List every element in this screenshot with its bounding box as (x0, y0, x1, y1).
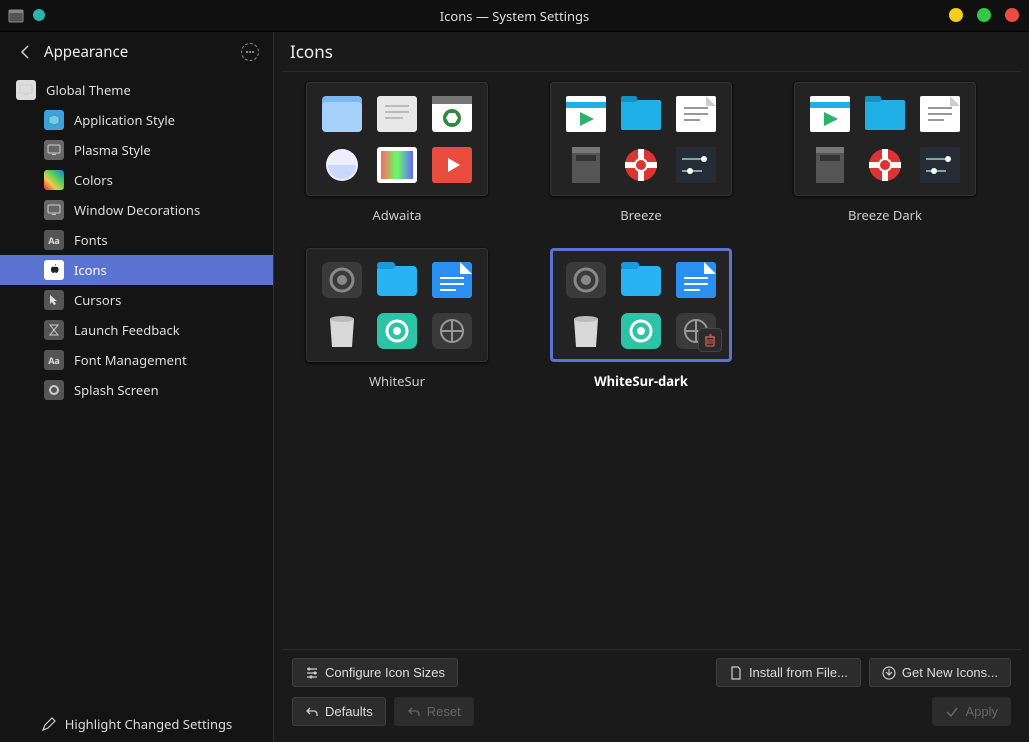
app-menu-icon[interactable] (8, 8, 24, 24)
preview-icon (917, 143, 964, 186)
preview-icon (673, 92, 720, 135)
preview-icon (806, 92, 853, 135)
sidebar-item-fonts[interactable]: AaFonts (0, 225, 273, 255)
window-minimize-button[interactable] (949, 8, 963, 22)
theme-preview (794, 82, 976, 196)
pencil-icon (41, 716, 57, 732)
preview-icon (861, 143, 908, 186)
sidebar-item-label: Plasma Style (74, 141, 151, 159)
window-titlebar: Icons — System Settings (0, 0, 1029, 32)
theme-preview (550, 82, 732, 196)
install-from-file-button[interactable]: Install from File... (716, 658, 861, 687)
preview-icon (429, 258, 476, 301)
sidebar-item-label: Font Management (74, 351, 187, 369)
sidebar-item-label: Global Theme (46, 81, 131, 99)
icon-theme-grid: Adwaita Breeze Breeze Dark WhiteSur WhiteSur… (282, 71, 1021, 649)
sidebar-item-font-management[interactable]: AaFont Management (0, 345, 273, 375)
sidebar-item-label: Icons (74, 261, 107, 279)
document-icon (729, 666, 743, 680)
check-icon (945, 705, 959, 719)
preview-icon (562, 258, 609, 301)
undo-icon (305, 705, 319, 719)
preview-icon (562, 309, 609, 352)
preview-icon (673, 143, 720, 186)
sidebar-list: Global Theme Application Style Plasma Styl… (0, 71, 273, 706)
apply-button: Apply (932, 697, 1011, 726)
theme-tile-breeze[interactable]: Breeze (550, 82, 732, 224)
theme-label: WhiteSur (369, 372, 425, 390)
sidebar-item-label: Application Style (74, 111, 175, 129)
preview-icon (562, 143, 609, 186)
preview-icon (429, 309, 476, 352)
content-title: Icons (274, 32, 1029, 71)
theme-preview (550, 248, 732, 362)
theme-label: Breeze Dark (848, 206, 922, 224)
undo-icon (407, 705, 421, 719)
sidebar: Appearance Global Theme Application Style… (0, 32, 274, 742)
theme-tile-whitesur[interactable]: WhiteSur (306, 248, 488, 390)
configure-icon-sizes-button[interactable]: Configure Icon Sizes (292, 658, 458, 687)
theme-label: Breeze (620, 206, 662, 224)
more-menu-button[interactable] (241, 43, 259, 61)
preview-icon (373, 92, 420, 135)
preview-icon (861, 92, 908, 135)
sidebar-item-colors[interactable]: Colors (0, 165, 273, 195)
window-title: Icons — System Settings (0, 7, 1029, 25)
preview-icon (318, 258, 365, 301)
preview-icon (318, 309, 365, 352)
sidebar-item-icons[interactable]: Icons (0, 255, 273, 285)
sidebar-item-application-style[interactable]: Application Style (0, 105, 273, 135)
sidebar-item-label: Fonts (74, 231, 108, 249)
preview-icon (318, 143, 365, 186)
theme-preview (306, 248, 488, 362)
sidebar-item-label: Splash Screen (74, 381, 159, 399)
preview-icon (373, 309, 420, 352)
theme-tile-adwaita[interactable]: Adwaita (306, 82, 488, 224)
preview-icon (373, 258, 420, 301)
reset-button: Reset (394, 697, 474, 726)
preview-icon (617, 92, 664, 135)
get-new-icons-button[interactable]: Get New Icons... (869, 658, 1011, 687)
sliders-icon (305, 666, 319, 680)
preview-icon (318, 92, 365, 135)
sidebar-item-launch-feedback[interactable]: Launch Feedback (0, 315, 273, 345)
sidebar-item-plasma-style[interactable]: Plasma Style (0, 135, 273, 165)
sidebar-item-global-theme[interactable]: Global Theme (0, 75, 273, 105)
preview-icon (617, 258, 664, 301)
defaults-button[interactable]: Defaults (292, 697, 386, 726)
window-close-button[interactable] (1005, 8, 1019, 22)
preview-icon (562, 92, 609, 135)
highlight-changed-button[interactable]: Highlight Changed Settings (0, 706, 273, 742)
delete-theme-button[interactable] (698, 328, 722, 352)
preview-icon (373, 143, 420, 186)
sidebar-header: Appearance (0, 32, 273, 71)
preview-icon (429, 92, 476, 135)
preview-icon (617, 143, 664, 186)
download-icon (882, 666, 896, 680)
preview-icon (917, 92, 964, 135)
sidebar-item-cursors[interactable]: Cursors (0, 285, 273, 315)
theme-label: Adwaita (372, 206, 421, 224)
preview-icon (617, 309, 664, 352)
window-maximize-button[interactable] (977, 8, 991, 22)
theme-tile-whitesur-dark[interactable]: WhiteSur-dark (550, 248, 732, 390)
highlight-changed-label: Highlight Changed Settings (65, 715, 233, 733)
sidebar-item-label: Cursors (74, 291, 121, 309)
sidebar-item-window-decorations[interactable]: Window Decorations (0, 195, 273, 225)
sidebar-item-label: Window Decorations (74, 201, 200, 219)
content-footer: Configure Icon Sizes Install from File..… (282, 649, 1021, 734)
sidebar-item-label: Launch Feedback (74, 321, 180, 339)
content-pane: Icons Adwaita Breeze Breeze Dark WhiteSur Wh… (274, 32, 1029, 742)
theme-label: WhiteSur-dark (594, 372, 688, 390)
sidebar-title: Appearance (44, 42, 128, 62)
sidebar-item-splash-screen[interactable]: Splash Screen (0, 375, 273, 405)
theme-preview (306, 82, 488, 196)
pin-icon[interactable] (32, 8, 48, 24)
preview-icon (806, 143, 853, 186)
sidebar-item-label: Colors (74, 171, 113, 189)
back-button[interactable] (18, 44, 34, 60)
preview-icon (673, 258, 720, 301)
theme-tile-breeze-dark[interactable]: Breeze Dark (794, 82, 976, 224)
preview-icon (429, 143, 476, 186)
